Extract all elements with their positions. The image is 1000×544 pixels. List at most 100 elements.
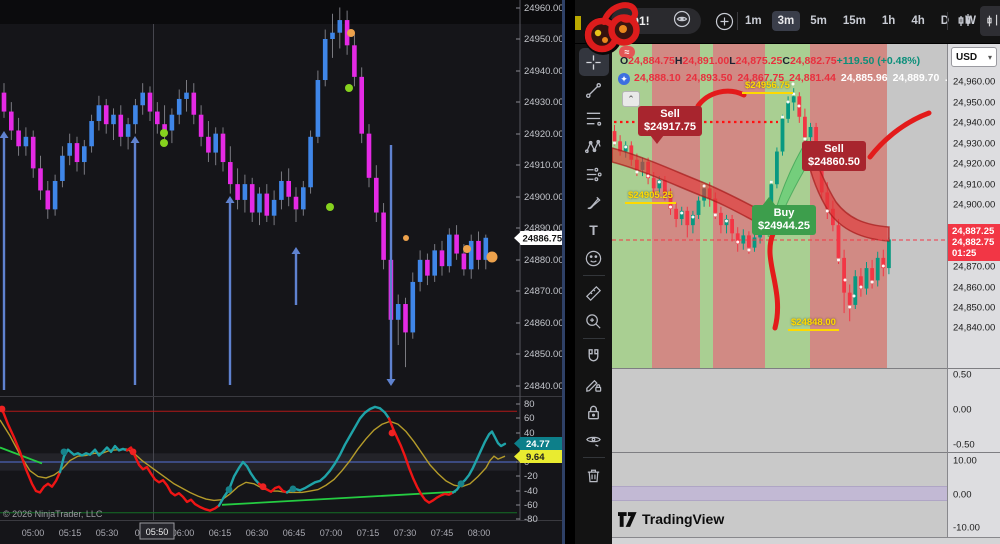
price-axis-label: 24,940.00 [953, 118, 995, 129]
pane2-axis-label: 0.00 [953, 405, 972, 416]
pane2-axis-label: -0.50 [953, 440, 975, 451]
chevron-down-icon: ▾ [988, 53, 992, 62]
svg-text:05:30: 05:30 [96, 528, 119, 538]
yellow-price-label-2[interactable]: $24956.75 [742, 80, 793, 94]
price-axis-label: 24,950.00 [953, 98, 995, 109]
ohlc-legend: O24,884.75H24,891.00L24,875.25C24,882.75… [620, 55, 920, 67]
timeframe-5m[interactable]: 5m [804, 11, 833, 31]
pane3-axis-label: 10.00 [953, 456, 977, 467]
sell-callout-1[interactable]: Sell $24917.75 [638, 106, 702, 136]
magnet-tool[interactable] [579, 342, 609, 370]
remove-drawings-tool[interactable] [579, 461, 609, 489]
rail-separator [583, 338, 605, 339]
svg-text:24930.00: 24930.00 [524, 97, 564, 108]
svg-text:24910.00: 24910.00 [524, 160, 564, 171]
sell-callout-2[interactable]: Sell $24860.50 [802, 141, 866, 171]
timeframe-4h[interactable]: 4h [905, 11, 930, 31]
legend-collapse-button[interactable]: ⌃ [622, 91, 640, 107]
yellow-price-label-3[interactable]: $24848.00 [788, 317, 839, 331]
pane3-axis-label: 0.00 [953, 490, 972, 501]
buy-callout[interactable]: Buy $24944.25 [752, 205, 816, 235]
toolbar-divider [737, 12, 738, 30]
timeframe-15m[interactable]: 15m [837, 11, 872, 31]
window-divider [562, 0, 565, 544]
drawing-mode-lock-tool[interactable] [579, 370, 609, 398]
legend-value: 24,888.10 [634, 72, 681, 84]
currency-selector[interactable]: USD ▾ [951, 47, 997, 67]
svg-text:07:00: 07:00 [320, 528, 343, 538]
svg-text:60: 60 [524, 413, 535, 424]
tradingview-watermark-text: TradingView [642, 511, 724, 527]
fib-retracement-tool[interactable] [579, 104, 609, 132]
tradingview-logo-icon [618, 512, 637, 527]
xabcd-pattern-tool[interactable] [579, 132, 609, 160]
ninjatrader-chart-canvas[interactable]: 24960.00 24950.00 24940.00 24930.00 24920.00… [0, 0, 565, 544]
svg-text:06:45: 06:45 [283, 528, 306, 538]
zoom-in-tool[interactable] [579, 307, 609, 335]
svg-text:24950.00: 24950.00 [524, 34, 564, 45]
brush-tool[interactable] [579, 188, 609, 216]
svg-text:24886.75: 24886.75 [523, 234, 563, 245]
tradingview-window: NQ1! 1m3m5m15m1h4hDWM▾ [575, 0, 1000, 544]
tv-time-axis-cut[interactable] [612, 537, 1000, 544]
svg-text:© 2026 NinjaTrader, LLC: © 2026 NinjaTrader, LLC [3, 509, 103, 519]
rail-separator [583, 457, 605, 458]
svg-text:07:30: 07:30 [394, 528, 417, 538]
eye-icon[interactable] [673, 10, 691, 33]
svg-text:24960.00: 24960.00 [524, 3, 564, 14]
lock-drawings-tool[interactable] [579, 398, 609, 426]
price-axis-label: 24,840.00 [953, 323, 995, 334]
trendline-tool[interactable] [579, 76, 609, 104]
timeframe-3m[interactable]: 3m [772, 11, 801, 31]
legend-value: C [782, 55, 790, 67]
svg-text:24880.00: 24880.00 [524, 255, 564, 266]
indicator-pane-3[interactable]: TradingView [612, 452, 947, 537]
badge-line: 01:25 [952, 248, 1000, 259]
legend-value: 24,875.25 [736, 55, 783, 67]
sell-callout-price: $24917.75 [644, 121, 696, 134]
svg-text:06:30: 06:30 [246, 528, 269, 538]
svg-text:08:00: 08:00 [468, 528, 491, 538]
indicator-spark-icon[interactable]: ✦ [618, 73, 630, 85]
measure-tool[interactable] [579, 279, 609, 307]
pane2-axis-label: 0.50 [953, 370, 972, 381]
long-position-tool[interactable] [579, 160, 609, 188]
ninjatrader-window: 24960.00 24950.00 24940.00 24930.00 24920.00… [0, 0, 565, 544]
current-price-badge: 24,887.2524,882.7501:25 [948, 224, 1000, 261]
price-axis-label: 24,930.00 [953, 139, 995, 150]
legend-value: 24,889.70 [893, 72, 940, 84]
yellow-price-label-1[interactable]: $24905.25 [625, 190, 676, 204]
indicator-pane-2[interactable] [612, 368, 947, 452]
legend-value: 24,885.96 [841, 72, 888, 84]
price-axis-label: 24,860.00 [953, 283, 995, 294]
svg-text:24920.00: 24920.00 [524, 129, 564, 140]
sell-callout-title: Sell [644, 108, 696, 121]
svg-text:-60: -60 [524, 500, 538, 511]
svg-text:-80: -80 [524, 514, 538, 525]
timeframe-1h[interactable]: 1h [876, 11, 901, 31]
pane-separator [948, 452, 1000, 453]
tv-main-chart[interactable]: ≈ O24,884.75H24,891.00L24,875.25C24,882.… [612, 44, 947, 368]
pane3-axis-label: -10.00 [953, 523, 980, 534]
svg-text:9.64: 9.64 [526, 452, 545, 463]
add-symbol-button[interactable] [713, 8, 735, 34]
legend-value: +119.50 (+0.48%) [837, 55, 920, 67]
chart-type-candles-icon[interactable] [953, 8, 977, 34]
callout-tail [762, 197, 776, 206]
trading-desktop: 24960.00 24950.00 24940.00 24930.00 24920.00… [0, 0, 1000, 544]
hide-drawings-tool[interactable] [579, 426, 609, 454]
svg-text:24900.00: 24900.00 [524, 192, 564, 203]
svg-text:24870.00: 24870.00 [524, 286, 564, 297]
emoji-tool[interactable] [579, 244, 609, 272]
svg-text:-20: -20 [524, 471, 538, 482]
svg-text:06:15: 06:15 [209, 528, 232, 538]
svg-text:05:50: 05:50 [146, 527, 169, 537]
text-tool[interactable]: T [579, 216, 609, 244]
tradingview-watermark: TradingView [618, 511, 724, 527]
legend-value: 24,893.50 [686, 72, 733, 84]
svg-text:24940.00: 24940.00 [524, 66, 564, 77]
timeframe-1m[interactable]: 1m [739, 11, 768, 31]
indicator-button-cut[interactable] [980, 6, 1000, 36]
tv-price-axis[interactable]: USD ▾ 24,960.0024,950.0024,940.0024,930.… [947, 44, 1000, 537]
pane-separator [948, 368, 1000, 369]
